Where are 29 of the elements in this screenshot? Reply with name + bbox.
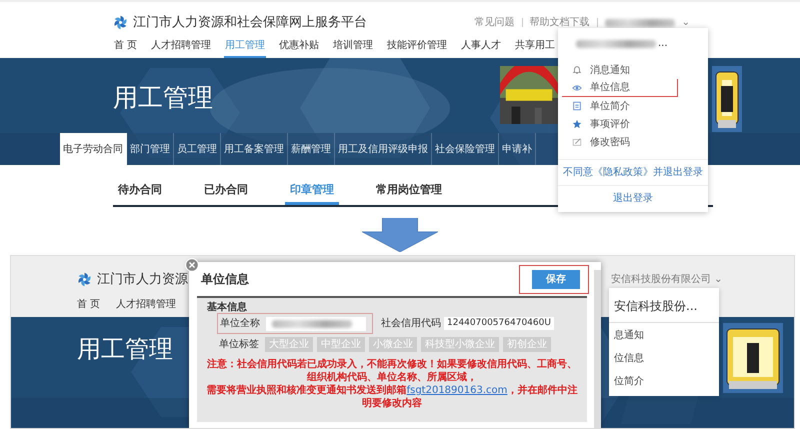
content-tab[interactable]: 待办合同 xyxy=(113,177,167,205)
close-icon[interactable] xyxy=(185,258,199,272)
privacy-link[interactable]: 不同意《隐私政策》并退出登录 xyxy=(558,159,708,185)
name-text: ... xyxy=(658,37,668,51)
section-title: 基本信息 xyxy=(206,300,248,313)
nav-tab[interactable]: 人事人才 xyxy=(460,35,502,58)
nav-tab[interactable]: 共享用工 xyxy=(514,35,556,58)
nav-tab[interactable]: 人才招聘管理 xyxy=(150,35,212,58)
dialog-title: 单位信息 xyxy=(201,272,249,286)
logout-link[interactable]: 退出登录 xyxy=(558,185,708,212)
nav-tab[interactable]: 人才招聘管理 xyxy=(116,296,176,312)
site-title: 江门市人力资源 xyxy=(97,270,188,289)
header-link[interactable]: 常见问题 xyxy=(474,15,515,30)
content-tab[interactable]: 常用岗位管理 xyxy=(371,177,447,205)
blurred-text xyxy=(604,18,675,26)
logo-icon xyxy=(77,272,92,287)
content-tab[interactable]: 已办合同 xyxy=(199,177,253,205)
nav-tab[interactable]: 首 页 xyxy=(77,296,100,312)
nav-tab[interactable]: 培训管理 xyxy=(332,35,374,58)
nav-tab[interactable]: 优惠补贴 xyxy=(278,35,320,58)
logo-icon xyxy=(113,15,128,30)
nav-tab[interactable]: 首 页 xyxy=(113,35,138,58)
site-title: 江门市人力资源和社会保障网上服务平台 xyxy=(133,14,367,32)
header-link[interactable]: 帮助文档下载 xyxy=(530,15,590,30)
account-name[interactable]: 安信科技股份有限公司 ⌄ xyxy=(611,272,723,287)
company-name: 安信科技股份... xyxy=(609,288,719,323)
caret-icon[interactable]: ⌄ xyxy=(682,15,690,30)
down-arrow-icon xyxy=(362,218,438,252)
nav-tab[interactable]: 技能评价管理 xyxy=(386,35,448,58)
